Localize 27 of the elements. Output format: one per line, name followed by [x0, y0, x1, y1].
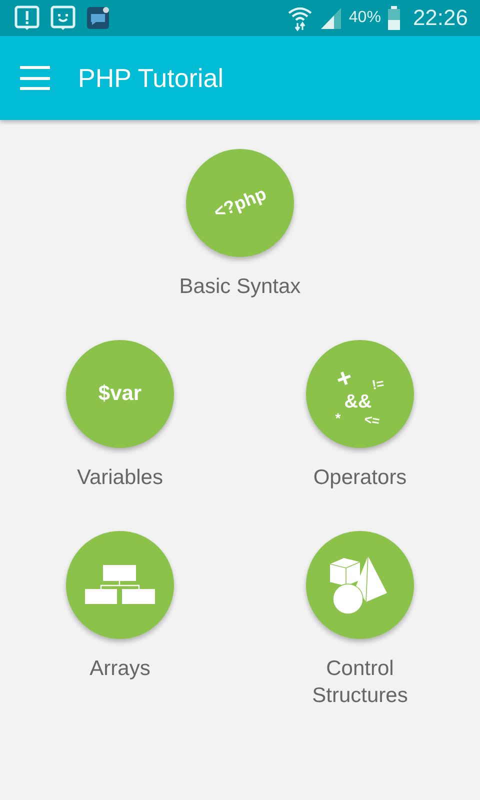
operator-symbol: <= [363, 412, 381, 428]
signal-icon [318, 6, 343, 30]
hierarchy-icon [85, 565, 155, 605]
operator-symbol: + [332, 363, 356, 393]
topic-label: Operators [312, 465, 408, 491]
app-notification-icon [86, 6, 110, 30]
geometric-shapes-icon [330, 556, 390, 614]
topic-button[interactable]: $var [66, 340, 174, 448]
wifi-icon [286, 5, 313, 31]
clock-time: 22:26 [412, 5, 468, 31]
operator-symbol: != [371, 376, 385, 392]
operator-symbol: && [344, 392, 372, 412]
topic-button[interactable]: + != && * <= [306, 340, 414, 448]
topic-label: Arrays [88, 656, 152, 682]
topic-label: Control Structures [311, 656, 409, 709]
battery-percentage: 40% [348, 9, 381, 27]
variable-text: $var [98, 382, 142, 406]
menu-icon[interactable] [20, 66, 50, 90]
smiley-notification-icon [50, 5, 76, 31]
topic-label: Variables [76, 465, 164, 491]
topic-button[interactable]: <?php [186, 149, 294, 257]
operator-symbol: * [335, 411, 341, 425]
battery-icon [386, 6, 401, 30]
app-title: PHP Tutorial [78, 62, 224, 94]
php-tag-text: <?php [210, 183, 270, 223]
topic-label: Basic Syntax [178, 274, 302, 300]
alert-notification-icon [14, 5, 40, 31]
